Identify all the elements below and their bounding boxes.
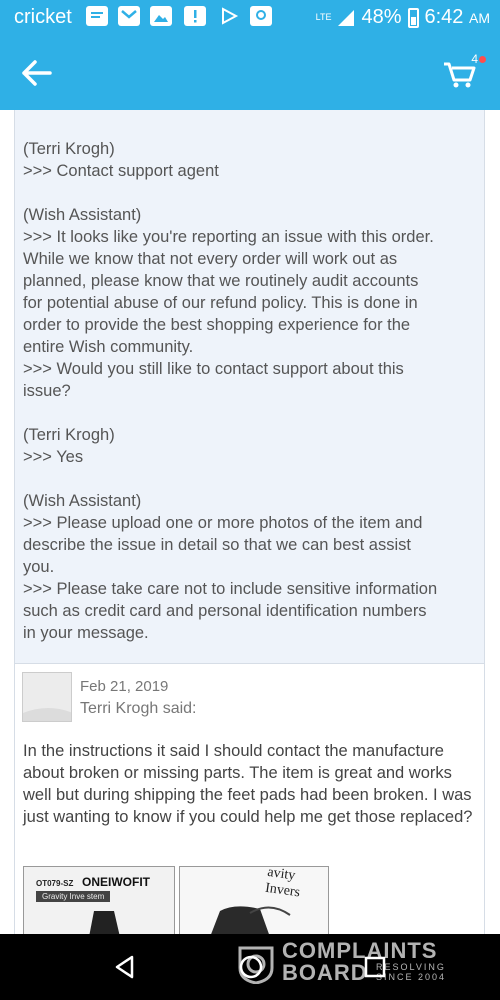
battery-percent: 48%: [361, 6, 402, 28]
product-image: [211, 906, 291, 934]
attachment-photo[interactable]: OT079-SZ ONEIWOFIT Gravity Inve stem: [23, 866, 175, 934]
chat-spacer: [23, 182, 476, 204]
chat-line: in your message.: [23, 624, 149, 642]
chat-line: order to provide the best shopping exper…: [23, 316, 411, 334]
chat-line: >>> Please take care not to include sens…: [23, 580, 438, 598]
network-label: LTE: [315, 12, 332, 22]
avatar: [22, 672, 72, 722]
chat-transcript: (Terri Krogh) >>> Contact support agent (W…: [14, 110, 485, 664]
chat-line: (Wish Assistant): [23, 206, 142, 224]
complaint-content[interactable]: (Terri Krogh) >>> Contact support agent (W…: [0, 110, 500, 934]
chat-line: such as credit card and personal identif…: [23, 602, 427, 620]
chat-line: (Terri Krogh): [23, 426, 115, 444]
chat-line: entire Wish community.: [23, 338, 194, 356]
chat-line: >>> It looks like you're reporting an is…: [23, 228, 434, 246]
clock: 6:42 AM: [425, 6, 491, 29]
comment-author: Terri Krogh said:: [80, 700, 197, 717]
chat-line: planned, please know that we routinely a…: [23, 272, 419, 290]
chat-line: issue?: [23, 382, 71, 400]
clock-ampm: AM: [469, 10, 490, 26]
chat-line: While we know that not every order will …: [23, 250, 398, 268]
product-image: [89, 911, 120, 934]
chat-line: (Terri Krogh): [23, 140, 115, 158]
chat-line: >>> Contact support agent: [23, 162, 219, 180]
signal-icon: [338, 9, 355, 26]
watermark-line4: SINCE 2004: [376, 972, 447, 982]
comment: Feb 21, 2019 Terri Krogh said: In the in…: [14, 664, 485, 934]
battery-icon: [407, 7, 419, 28]
cart-count-badge: 4: [471, 52, 478, 66]
alert-icon: [184, 6, 206, 26]
product-code: OT079-SZ: [36, 879, 74, 888]
watermark-line2: BOARD: [282, 960, 368, 985]
comment-body: In the instructions it said I should con…: [23, 742, 473, 826]
chat-line: >>> Please upload one or more photos of …: [23, 514, 423, 532]
message-icon: [86, 6, 108, 26]
arrow-left-icon[interactable]: [20, 58, 54, 88]
chat-line: >>> Yes: [23, 448, 84, 466]
clock-time: 6:42: [424, 6, 464, 28]
watermark-line3: RESOLVING: [376, 962, 446, 972]
image-icon: [150, 6, 172, 26]
chat-spacer: [23, 468, 476, 490]
play-store-icon: [218, 6, 240, 26]
chat-spacer: [23, 402, 476, 424]
status-right: LTE 48% 6:42 AM: [316, 6, 490, 29]
carrier-label: cricket: [14, 6, 72, 28]
cart-notification-dot: [479, 56, 486, 63]
app-bar: 4: [0, 36, 500, 110]
product-brand: ONEIWOFIT: [82, 875, 150, 889]
system-nav-bar: COMPLAINTS BOARD RESOLVING SINCE 2004: [0, 934, 500, 1000]
chat-line: you.: [23, 558, 55, 576]
chat-line: (Wish Assistant): [23, 492, 142, 510]
chat-line: for potential abuse of our refund policy…: [23, 294, 418, 312]
comment-date: Feb 21, 2019: [80, 678, 169, 695]
complaints-board-logo-icon: [238, 946, 274, 984]
mail-icon: [118, 6, 140, 26]
chat-line: describe the issue in detail so that we …: [23, 536, 411, 554]
chat-line: >>> Would you still like to contact supp…: [23, 360, 404, 378]
attachment-photo[interactable]: avity Invers: [179, 866, 329, 934]
nav-back-icon[interactable]: [112, 954, 138, 980]
maps-icon: [250, 6, 272, 26]
status-bar: cricket LTE 48% 6:42 AM: [0, 0, 500, 36]
